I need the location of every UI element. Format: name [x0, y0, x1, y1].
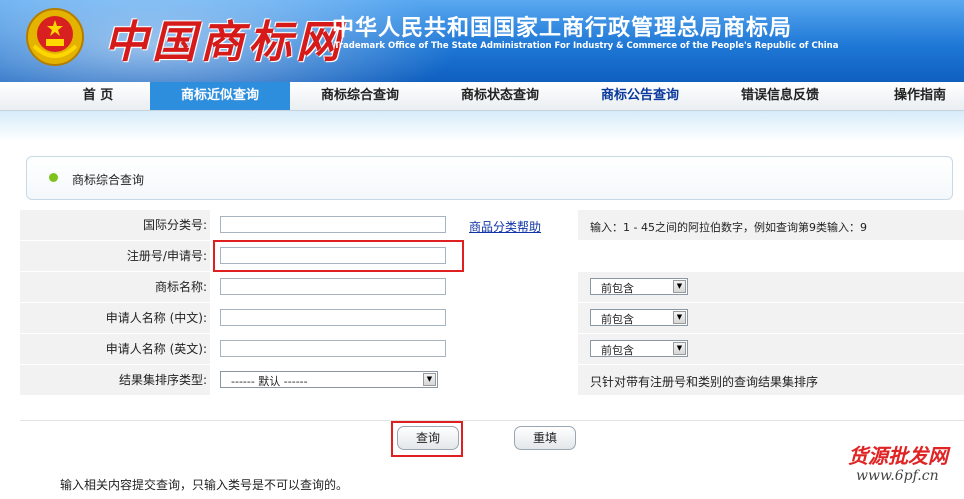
sort-type-select[interactable]: ------ 默认 ------ ▼	[220, 371, 438, 388]
dropdown-arrow-icon: ▼	[673, 280, 686, 293]
nav-announcement-search[interactable]: 商标公告查询	[580, 82, 700, 110]
dropdown-arrow-icon: ▼	[673, 342, 686, 355]
site-header: 中国商标网 中华人民共和国国家工商行政管理总局商标局 Trademark Off…	[0, 0, 964, 82]
tm-name-match-select[interactable]: 前包含 ▼	[590, 278, 688, 295]
form-row-sort: 结果集排序类型: ------ 默认 ------ ▼ 只针对带有注册号和类别的…	[20, 365, 964, 396]
section-header: 商标综合查询	[26, 156, 953, 200]
form-row-applicant-en: 申请人名称 (英文): 前包含 ▼	[20, 334, 964, 365]
applicant-cn-label: 申请人名称 (中文):	[105, 311, 207, 325]
tm-name-input[interactable]	[220, 278, 446, 295]
class-help-link[interactable]: 商品分类帮助	[469, 218, 541, 235]
nav-status-search[interactable]: 商标状态查询	[440, 82, 560, 110]
highlight-search-button	[391, 421, 463, 457]
watermark-url: www.6pf.cn	[856, 468, 939, 484]
main-nav: 首 页 商标近似查询 商标综合查询 商标状态查询 商标公告查询 错误信息反馈 操…	[0, 82, 964, 111]
form-row-applicant-cn: 申请人名称 (中文): 前包含 ▼	[20, 303, 964, 334]
reg-no-label: 注册号/申请号:	[126, 249, 207, 263]
national-emblem-icon	[26, 8, 84, 66]
divider	[20, 420, 964, 421]
sort-label: 结果集排序类型:	[118, 373, 207, 387]
nav-guide[interactable]: 操作指南	[876, 82, 964, 110]
site-title-en: Trademark Office of The State Administra…	[334, 41, 839, 51]
applicant-cn-input[interactable]	[220, 309, 446, 326]
applicant-en-match-select[interactable]: 前包含 ▼	[590, 340, 688, 357]
site-logo-text: 中国商标网	[104, 17, 344, 68]
section-title: 商标综合查询	[72, 173, 145, 187]
search-note: 输入相关内容提交查询，只输入类号是不可以查询的。	[60, 478, 349, 492]
highlight-reg-no	[213, 240, 464, 272]
applicant-en-label: 申请人名称 (英文):	[105, 342, 207, 356]
watermark-cn: 货源批发网	[848, 444, 948, 468]
nav-shadow-band	[0, 111, 964, 141]
class-no-hint: 输入：1 - 45之间的阿拉伯数字，例如查询第9类输入：9	[590, 221, 867, 234]
nav-comprehensive-search[interactable]: 商标综合查询	[300, 82, 420, 110]
tm-name-label: 商标名称:	[154, 280, 207, 294]
form-row-regno: 注册号/申请号:	[20, 241, 964, 272]
class-no-input[interactable]	[220, 216, 446, 233]
nav-similar-search[interactable]: 商标近似查询	[150, 82, 290, 110]
applicant-en-input[interactable]	[220, 340, 446, 357]
search-form: 国际分类号: 商品分类帮助 输入：1 - 45之间的阿拉伯数字，例如查询第9类输…	[20, 210, 964, 396]
applicant-cn-match-select[interactable]: 前包含 ▼	[590, 309, 688, 326]
form-row-tmname: 商标名称: 前包含 ▼	[20, 272, 964, 303]
bullet-icon	[49, 173, 58, 182]
site-title-cn: 中华人民共和国国家工商行政管理总局商标局	[332, 16, 793, 41]
nav-home[interactable]: 首 页	[58, 82, 138, 110]
dropdown-arrow-icon: ▼	[673, 311, 686, 324]
nav-error-feedback[interactable]: 错误信息反馈	[720, 82, 840, 110]
reset-button[interactable]: 重填	[514, 426, 576, 450]
class-no-label: 国际分类号:	[142, 218, 207, 232]
sort-hint: 只针对带有注册号和类别的查询结果集排序	[590, 375, 819, 389]
dropdown-arrow-icon: ▼	[423, 373, 436, 386]
form-row-class: 国际分类号: 商品分类帮助 输入：1 - 45之间的阿拉伯数字，例如查询第9类输…	[20, 210, 964, 241]
